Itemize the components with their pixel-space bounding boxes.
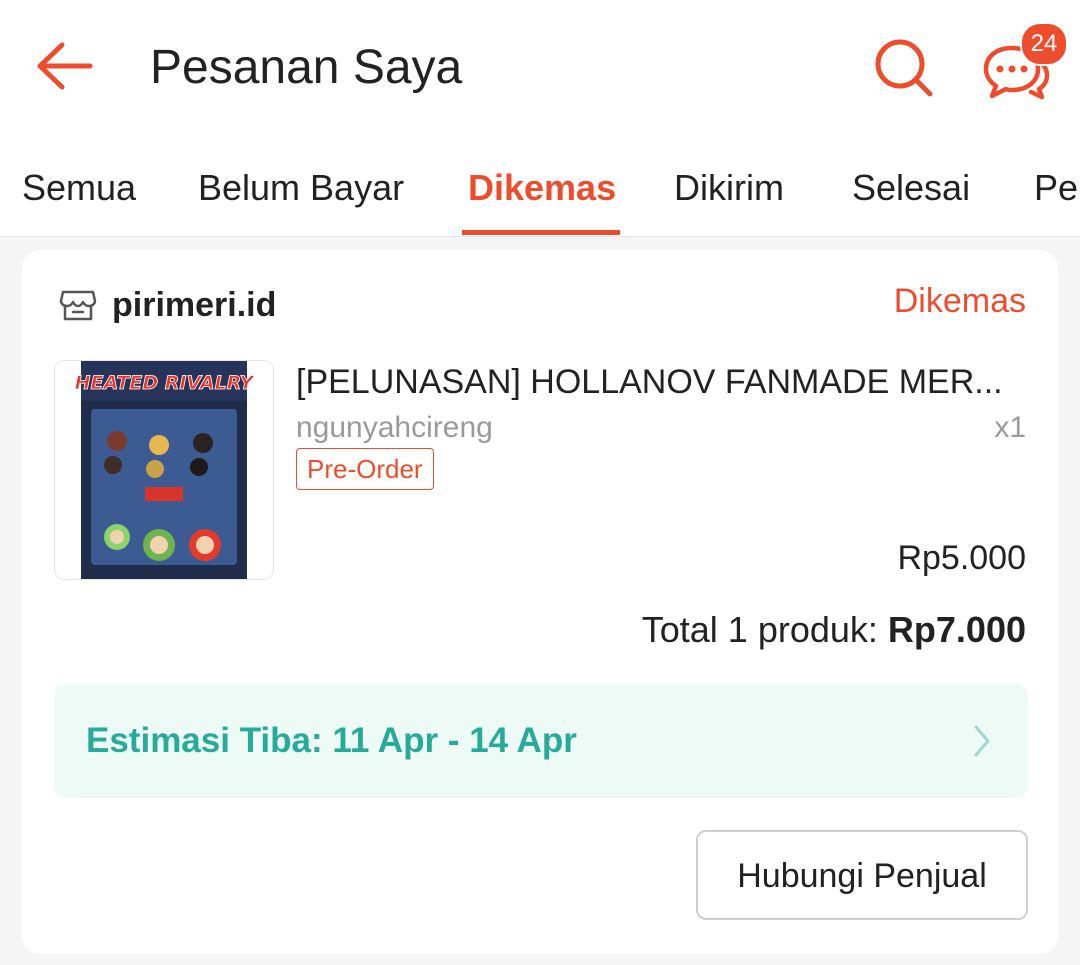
shop-icon [58, 285, 98, 325]
product-name[interactable]: [PELUNASAN] HOLLANOV FANMADE MER... [296, 358, 1026, 406]
search-button[interactable] [866, 32, 942, 108]
top-bar: Pesanan Saya 24 [0, 0, 1080, 140]
shop-header[interactable]: pirimeri.id [58, 280, 276, 330]
product-variation: ngunyahcireng [296, 411, 493, 444]
product-quantity: x1 [994, 411, 1026, 444]
order-card[interactable]: pirimeri.id Dikemas HEATED RIVALRY [PELU… [22, 250, 1058, 954]
page-title: Pesanan Saya [150, 41, 463, 94]
app-screen: Pesanan Saya 24 Semua Belum Bayar Dikema… [0, 0, 1080, 965]
total-amount: Rp7.000 [887, 609, 1026, 650]
order-status-tabs: Semua Belum Bayar Dikemas Dikirim Selesa… [0, 140, 1080, 237]
product-thumbnail[interactable]: HEATED RIVALRY [54, 360, 274, 580]
order-total: Total 1 produk: Rp7.000 [642, 606, 1026, 654]
active-tab-indicator [462, 230, 620, 235]
tab-semua[interactable]: Semua [22, 140, 136, 236]
chat-notification-badge: 24 [1020, 22, 1068, 66]
tab-dikirim[interactable]: Dikirim [674, 140, 784, 236]
tab-dikemas[interactable]: Dikemas [468, 140, 616, 236]
delivery-estimate-text: Estimasi Tiba: 11 Apr - 14 Apr [86, 721, 577, 760]
order-status-label: Dikemas [893, 282, 1026, 320]
total-label: Total 1 produk: [641, 609, 888, 650]
chat-button[interactable]: 24 [978, 22, 1068, 108]
back-arrow-icon [34, 41, 94, 96]
tab-belum-bayar[interactable]: Belum Bayar [198, 140, 404, 236]
preorder-badge: Pre-Order [296, 448, 434, 490]
tab-selesai[interactable]: Selesai [852, 140, 970, 236]
product-price: Rp5.000 [897, 539, 1026, 577]
back-button[interactable] [28, 32, 100, 104]
thumbnail-title: HEATED RIVALRY [75, 372, 256, 394]
shop-name: pirimeri.id [112, 285, 277, 324]
delivery-estimate-row[interactable]: Estimasi Tiba: 11 Apr - 14 Apr [54, 684, 1028, 798]
chevron-right-icon [974, 725, 990, 757]
contact-seller-button[interactable]: Hubungi Penjual [696, 830, 1028, 920]
search-icon [872, 36, 936, 105]
tab-pengembalian[interactable]: Pe [1034, 140, 1078, 236]
